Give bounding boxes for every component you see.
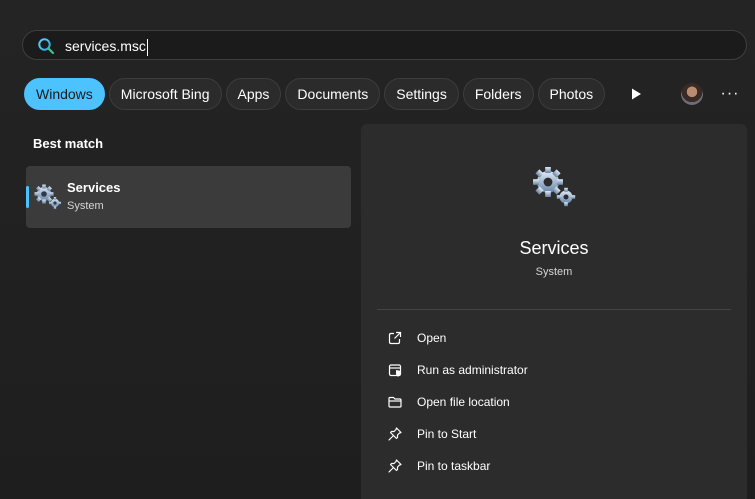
divider: [377, 309, 731, 310]
avatar[interactable]: [681, 83, 703, 105]
action-label: Open: [417, 331, 447, 345]
windows-search-window: services.msc Windows Microsoft Bing Apps…: [0, 0, 755, 499]
action-label: Run as administrator: [417, 363, 528, 377]
action-open[interactable]: Open: [381, 327, 721, 351]
folder-icon: [388, 396, 402, 408]
tab-photos[interactable]: Photos: [537, 78, 606, 110]
tab-windows[interactable]: Windows: [24, 78, 105, 110]
best-match-result-services[interactable]: Services System: [26, 166, 351, 228]
detail-subtitle: System: [535, 266, 573, 278]
selection-indicator: [26, 186, 29, 208]
shield-admin-icon: [388, 364, 402, 377]
best-match-heading: Best match: [33, 136, 104, 151]
tab-settings[interactable]: Settings: [384, 78, 459, 110]
tab-microsoft-bing[interactable]: Microsoft Bing: [108, 78, 222, 110]
result-title: Services: [67, 180, 121, 195]
open-external-icon: [388, 331, 402, 345]
services-gears-icon: [34, 184, 61, 209]
tab-folders[interactable]: Folders: [462, 78, 534, 110]
pin-icon: [388, 427, 402, 441]
more-options-icon[interactable]: ···: [720, 84, 740, 104]
action-label: Open file location: [417, 395, 510, 409]
action-run-as-administrator[interactable]: Run as administrator: [381, 359, 721, 383]
action-label: Pin to taskbar: [417, 459, 491, 473]
action-open-file-location[interactable]: Open file location: [381, 391, 721, 415]
play-arrow-icon[interactable]: [628, 86, 644, 102]
search-filter-tabs: Windows Microsoft Bing Apps Documents Se…: [24, 78, 609, 110]
action-pin-to-taskbar[interactable]: Pin to taskbar: [381, 455, 721, 479]
detail-title: Services: [519, 238, 589, 258]
action-label: Pin to Start: [417, 427, 477, 441]
search-input-value: services.msc: [65, 38, 146, 54]
pin-icon: [388, 459, 402, 473]
result-subtitle: System: [67, 200, 104, 212]
search-box[interactable]: services.msc: [22, 30, 747, 60]
result-detail-panel: Services System Open Run as administrato…: [361, 124, 747, 499]
search-icon: [38, 38, 55, 55]
text-caret: [146, 38, 148, 56]
action-pin-to-start[interactable]: Pin to Start: [381, 423, 721, 447]
search-input[interactable]: services.msc: [65, 36, 148, 56]
tab-documents[interactable]: Documents: [285, 78, 381, 110]
tab-apps[interactable]: Apps: [225, 78, 282, 110]
services-gears-icon: [533, 167, 576, 207]
